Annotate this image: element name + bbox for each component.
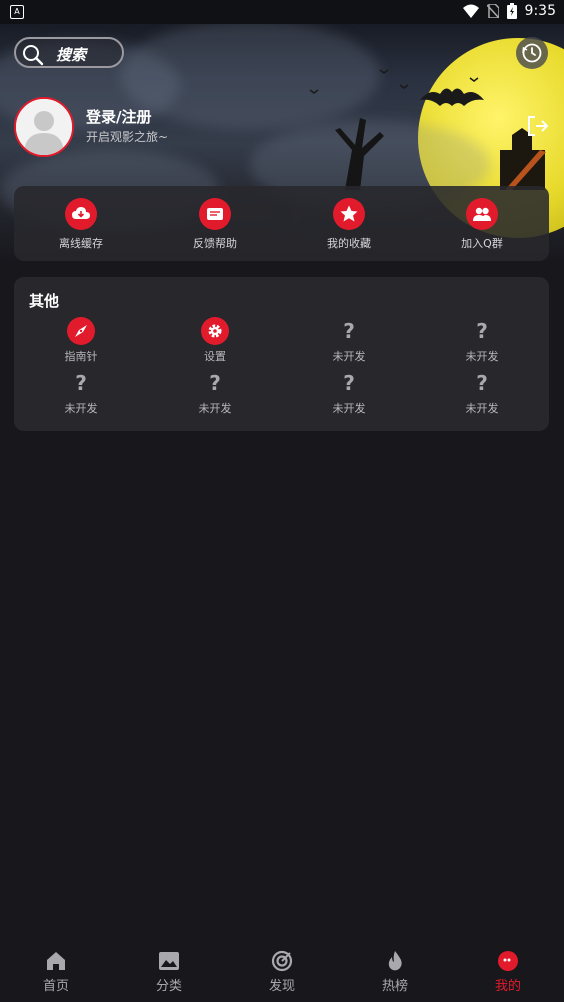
quick-action-label: 反馈帮助 [193,237,237,250]
home-icon [47,952,65,970]
compass-icon [67,317,95,345]
nav-item-home[interactable]: 首页 [16,950,96,994]
ghost-icon [498,951,518,971]
nav-item-mine[interactable]: 我的 [468,950,548,994]
bottom-navigation: 首页 分类 发现 热榜 我的 [0,942,564,1002]
image-icon [159,952,179,970]
quick-actions-card: 离线缓存 反馈帮助 我的收藏 加入Q群 [14,186,549,261]
quick-action-join-group[interactable]: 加入Q群 [432,198,532,251]
nav-label: 热榜 [381,979,408,994]
question-icon: ? [75,371,87,395]
gear-icon [201,317,229,345]
quick-action-label: 离线缓存 [59,237,103,250]
quick-action-feedback[interactable]: 反馈帮助 [165,198,265,251]
quick-action-offline-cache[interactable]: 离线缓存 [31,198,131,251]
quick-action-label: 加入Q群 [461,237,503,250]
question-icon: ? [209,371,221,395]
other-section-title: 其他 [29,292,60,310]
other-item-undeveloped[interactable]: ? 未开发 [299,369,399,416]
other-item-label: 指南针 [64,350,98,363]
search-icon [23,45,44,66]
other-item-undeveloped[interactable]: ? 未开发 [31,369,131,416]
nav-item-trending[interactable]: 热榜 [355,950,435,994]
battery-icon [506,3,517,19]
no-sim-icon [486,4,499,18]
group-icon [466,198,498,230]
other-item-label: 未开发 [332,350,366,363]
cloud-download-icon [65,198,97,230]
question-icon: ? [476,319,488,343]
other-item-settings[interactable]: 设置 [165,317,265,364]
wifi-icon [462,4,479,18]
status-time: 9:35 [524,3,556,19]
flame-icon [388,951,402,971]
nav-item-category[interactable]: 分类 [129,950,209,994]
search-bar[interactable]: 搜索 [14,37,124,68]
a-icon: A [10,5,24,19]
other-item-undeveloped[interactable]: ? 未开发 [432,317,532,364]
other-item-label: 设置 [204,350,226,363]
status-bar: A 9:35 [0,0,564,24]
logout-icon [528,116,549,136]
nav-label: 分类 [155,979,182,994]
other-item-undeveloped[interactable]: ? 未开发 [165,369,265,416]
other-item-label: 未开发 [332,402,366,415]
star-icon [333,198,365,230]
clock-history-icon [522,43,542,63]
other-item-label: 未开发 [465,402,499,415]
nav-item-discover[interactable]: 发现 [242,950,322,994]
other-item-label: 未开发 [64,402,98,415]
login-subtitle: 开启观影之旅~ [86,130,169,144]
nav-label: 发现 [268,979,295,994]
other-item-undeveloped[interactable]: ? 未开发 [432,369,532,416]
other-item-label: 未开发 [465,350,499,363]
quick-action-label: 我的收藏 [327,237,371,250]
other-item-compass[interactable]: 指南针 [31,317,131,364]
other-item-undeveloped[interactable]: ? 未开发 [299,317,399,364]
feedback-icon [199,198,231,230]
search-placeholder: 搜索 [56,46,87,64]
question-icon: ? [343,319,355,343]
user-placeholder-icon [16,99,72,155]
nav-label: 我的 [494,979,521,994]
other-item-label: 未开发 [198,402,232,415]
nav-label: 首页 [42,979,69,994]
login-title[interactable]: 登录/注册 [86,106,151,127]
question-icon: ? [476,371,488,395]
logout-button[interactable] [526,114,550,138]
other-section-card: 其他 指南针 设置 ? 未开发 ? 未开发 ? 未开发 ? 未开发 ? 未开发 … [14,277,549,431]
quick-action-favorites[interactable]: 我的收藏 [299,198,399,251]
target-icon [271,950,293,972]
question-icon: ? [343,371,355,395]
history-button[interactable] [516,37,548,69]
avatar[interactable] [14,97,74,157]
